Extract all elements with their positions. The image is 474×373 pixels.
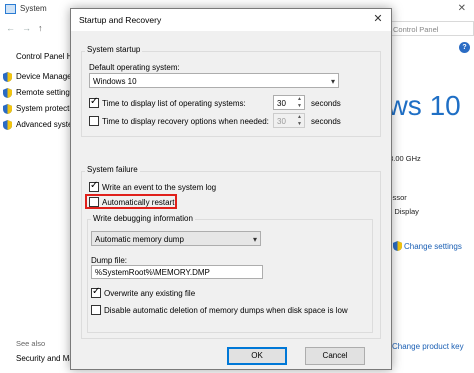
system-window-title: System — [20, 4, 47, 13]
dialog-title: Startup and Recovery — [79, 15, 162, 25]
up-arrow-icon[interactable]: ↑ — [38, 23, 43, 33]
disable-auto-delete-label: Disable automatic deletion of memory dum… — [104, 306, 348, 315]
dialog-titlebar: Startup and Recovery ✕ — [71, 9, 391, 31]
change-settings-link[interactable]: Change settings — [404, 242, 462, 251]
shield-icon — [3, 72, 12, 82]
time-recovery-checkbox[interactable] — [89, 116, 99, 126]
spin-down-icon[interactable]: ▼ — [295, 121, 304, 127]
chevron-down-icon: ▾ — [252, 235, 257, 244]
debug-type-select[interactable]: Automatic memory dump ▾ — [91, 231, 261, 246]
dump-file-label: Dump file: — [91, 256, 128, 265]
time-display-os-checkbox[interactable] — [89, 96, 99, 108]
system-window-icon — [5, 4, 16, 14]
security-maintenance-link[interactable]: Security and Ma — [16, 354, 74, 363]
device-manager-link[interactable]: Device Manager — [16, 72, 74, 81]
see-also-heading: See also — [16, 339, 46, 348]
auto-restart-checkbox[interactable] — [89, 197, 99, 207]
spin-up-icon[interactable]: ▲ — [295, 114, 304, 120]
shield-icon — [3, 120, 12, 130]
shield-icon — [3, 88, 12, 98]
dump-file-input[interactable]: %SystemRoot%\MEMORY.DMP — [91, 265, 263, 279]
disable-auto-delete-checkbox[interactable] — [91, 305, 101, 315]
time-display-os-spinner[interactable]: 30 ▲ ▼ — [273, 95, 305, 110]
back-arrow-icon[interactable]: ← — [6, 23, 15, 33]
time-display-os-unit: seconds — [311, 99, 341, 108]
control-panel-home-link[interactable]: Control Panel Ho — [16, 52, 77, 61]
time-recovery-unit: seconds — [311, 117, 341, 126]
change-product-key-link[interactable]: Change product key — [392, 342, 464, 351]
advanced-system-settings-link[interactable]: Advanced syster — [16, 120, 75, 129]
write-event-checkbox[interactable] — [89, 180, 99, 192]
search-input[interactable]: Control Panel — [388, 21, 474, 36]
time-recovery-label: Time to display recovery options when ne… — [102, 117, 269, 126]
dialog-body: System startup Default operating system:… — [71, 31, 391, 369]
forward-arrow-icon[interactable]: → — [22, 23, 31, 33]
close-icon[interactable]: ✕ — [371, 12, 385, 26]
default-os-label: Default operating system: — [89, 63, 180, 72]
overwrite-label: Overwrite any existing file — [104, 289, 196, 298]
write-event-label: Write an event to the system log — [102, 183, 217, 192]
default-os-select[interactable]: Windows 10 ▾ — [89, 73, 339, 88]
help-icon[interactable]: ? — [459, 42, 470, 53]
overwrite-checkbox[interactable] — [91, 286, 101, 298]
shield-icon — [3, 104, 12, 114]
spin-down-icon[interactable]: ▼ — [295, 103, 304, 109]
system-failure-label: System failure — [85, 165, 140, 174]
debug-info-label: Write debugging information — [91, 214, 195, 223]
cancel-button[interactable]: Cancel — [305, 347, 365, 365]
chevron-down-icon: ▾ — [330, 77, 335, 86]
ok-button[interactable]: OK — [227, 347, 287, 365]
time-display-os-label: Time to display list of operating system… — [102, 99, 246, 108]
system-close-icon[interactable]: ✕ — [458, 3, 466, 14]
auto-restart-label: Automatically restart — [102, 198, 175, 207]
startup-recovery-dialog: Startup and Recovery ✕ System startup De… — [70, 8, 392, 370]
remote-settings-link[interactable]: Remote settings — [16, 88, 74, 97]
system-startup-label: System startup — [85, 45, 143, 54]
shield-icon — [393, 241, 402, 251]
spin-up-icon[interactable]: ▲ — [295, 96, 304, 102]
system-protection-link[interactable]: System protectio — [16, 104, 76, 113]
time-recovery-spinner[interactable]: 30 ▲ ▼ — [273, 113, 305, 128]
